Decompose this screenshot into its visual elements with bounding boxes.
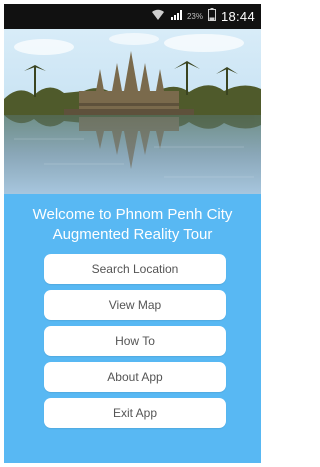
signal-icon: [170, 8, 182, 26]
battery-icon: [207, 7, 216, 26]
welcome-line-1: Welcome to Phnom Penh City: [32, 206, 233, 223]
about-app-button[interactable]: About App: [44, 362, 226, 392]
welcome-text: Welcome to Phnom Penh City Augmented Rea…: [4, 205, 261, 245]
status-bar: 23% 18:44: [4, 4, 261, 29]
search-location-button[interactable]: Search Location: [44, 254, 226, 284]
clock: 18:44: [220, 9, 255, 24]
view-map-button[interactable]: View Map: [44, 290, 226, 320]
hero-image: [4, 29, 261, 194]
battery-percent: 23%: [186, 12, 203, 21]
exit-app-button[interactable]: Exit App: [44, 398, 226, 428]
welcome-line-2: Augmented Reality Tour: [52, 226, 213, 243]
wifi-icon: [151, 8, 165, 26]
app-screen: 23% 18:44 Welcome to Phnom Penh City Aug…: [4, 4, 261, 463]
how-to-button[interactable]: How To: [44, 326, 226, 356]
main-menu: Search Location View Map How To About Ap…: [44, 254, 226, 434]
